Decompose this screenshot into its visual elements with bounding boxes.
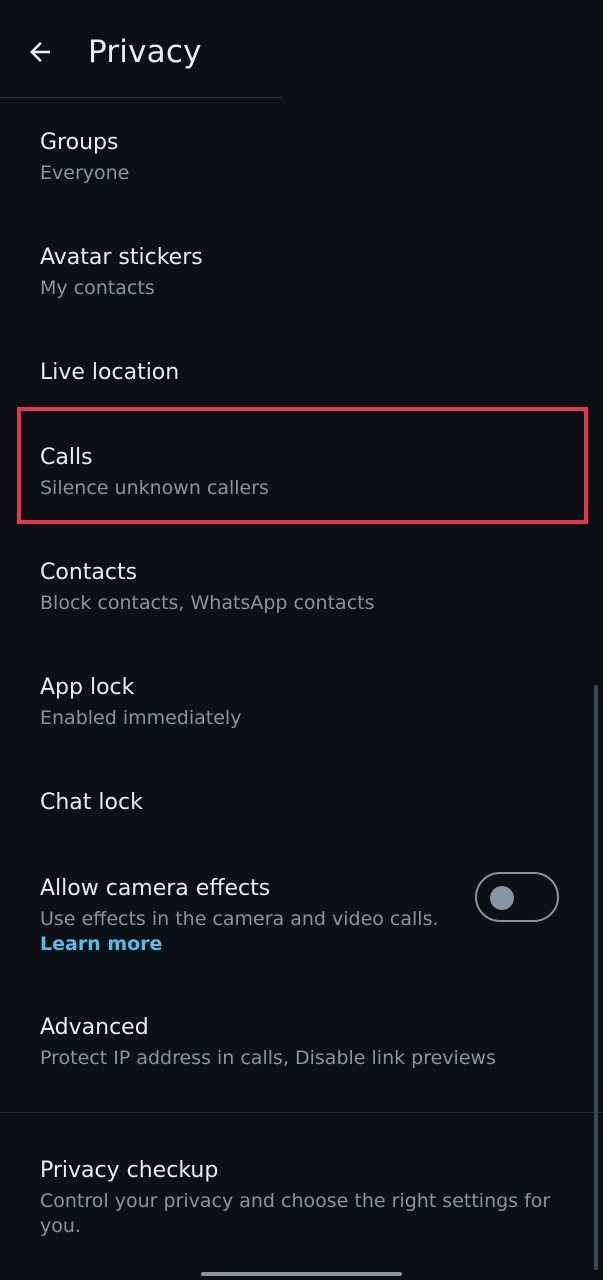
- item-subtitle: Enabled immediately: [40, 707, 242, 729]
- list-item-app-lock[interactable]: App lock Enabled immediately: [0, 658, 603, 770]
- item-title: Groups: [40, 130, 119, 155]
- item-title: Chat lock: [40, 790, 143, 815]
- item-title: Live location: [40, 360, 180, 385]
- item-subtitle: Protect IP address in calls, Disable lin…: [40, 1047, 496, 1069]
- toggle-knob: [490, 886, 514, 910]
- item-subtitle-line-1: Control your privacy and choose the righ…: [40, 1190, 551, 1212]
- app-bar-divider: [0, 97, 282, 98]
- list-item-live-location[interactable]: Live location: [0, 342, 603, 406]
- home-indicator: [201, 1272, 402, 1276]
- list-item-advanced[interactable]: Advanced Protect IP address in calls, Di…: [0, 998, 603, 1110]
- arrow-left-icon: [30, 42, 50, 62]
- scrollbar[interactable]: [594, 685, 598, 1270]
- page-title: Privacy: [88, 34, 202, 70]
- learn-more-link[interactable]: Learn more: [40, 932, 162, 957]
- item-subtitle: Everyone: [40, 162, 130, 184]
- item-title: Contacts: [40, 560, 138, 585]
- item-title: Avatar stickers: [40, 245, 203, 270]
- item-subtitle: Block contacts, WhatsApp contacts: [40, 592, 375, 614]
- item-subtitle: Use effects in the camera and video call…: [40, 908, 439, 930]
- calls-highlight-box: [17, 407, 588, 524]
- section-divider: [0, 1112, 603, 1113]
- item-subtitle-line-2: you.: [40, 1215, 81, 1237]
- app-bar: Privacy: [0, 0, 603, 98]
- list-item-avatar-stickers[interactable]: Avatar stickers My contacts: [0, 227, 603, 339]
- item-title: App lock: [40, 675, 135, 700]
- item-title: Privacy checkup: [40, 1158, 219, 1183]
- camera-effects-toggle[interactable]: [475, 872, 559, 922]
- item-subtitle: My contacts: [40, 277, 155, 299]
- list-item-chat-lock[interactable]: Chat lock: [0, 773, 603, 837]
- list-item-groups[interactable]: Groups Everyone: [0, 112, 603, 224]
- list-item-contacts[interactable]: Contacts Block contacts, WhatsApp contac…: [0, 543, 603, 655]
- back-button[interactable]: [18, 30, 62, 74]
- list-item-privacy-checkup[interactable]: Privacy checkup Control your privacy and…: [0, 1140, 603, 1250]
- item-title: Advanced: [40, 1015, 149, 1040]
- item-title: Allow camera effects: [40, 876, 271, 901]
